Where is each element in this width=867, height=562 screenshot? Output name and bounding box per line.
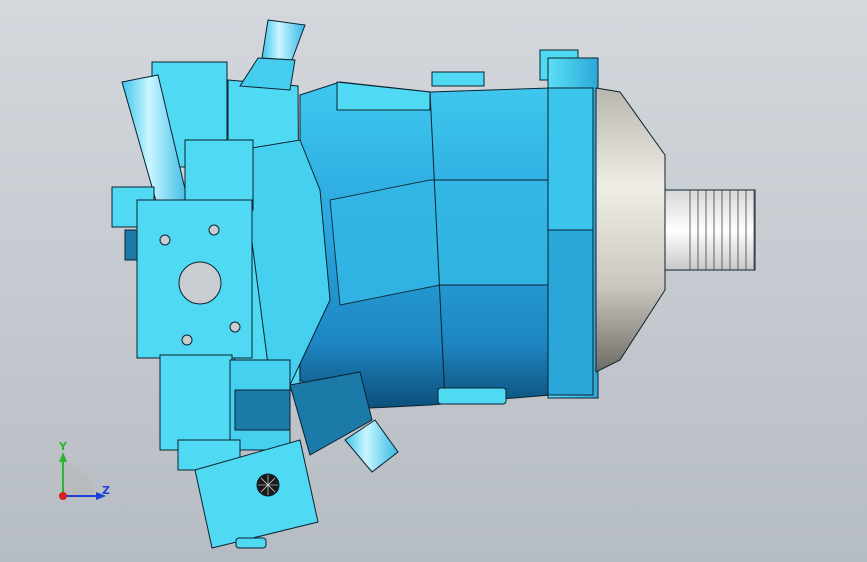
upper-pipe-fitting[interactable] bbox=[239, 19, 306, 91]
hydraulic-motor-model[interactable] bbox=[0, 0, 867, 562]
flange-plate[interactable] bbox=[136, 199, 253, 359]
y-axis-arrowhead bbox=[59, 452, 67, 462]
nose-cone[interactable] bbox=[595, 87, 666, 373]
3d-viewport[interactable]: Y Z bbox=[0, 0, 867, 562]
triad-graphic bbox=[59, 452, 106, 500]
barrel-housing[interactable] bbox=[299, 81, 551, 409]
x-axis-origin-dot bbox=[59, 492, 67, 500]
orientation-triad: Y Z bbox=[40, 436, 120, 516]
mounting-flange[interactable] bbox=[539, 49, 599, 399]
y-axis-label: Y bbox=[59, 440, 67, 453]
bottom-port-boss[interactable] bbox=[437, 387, 507, 405]
top-port-boss[interactable] bbox=[431, 71, 485, 87]
splined-shaft[interactable] bbox=[664, 189, 756, 271]
z-axis-label: Z bbox=[102, 484, 110, 497]
triad-quarter-disc bbox=[63, 464, 95, 496]
